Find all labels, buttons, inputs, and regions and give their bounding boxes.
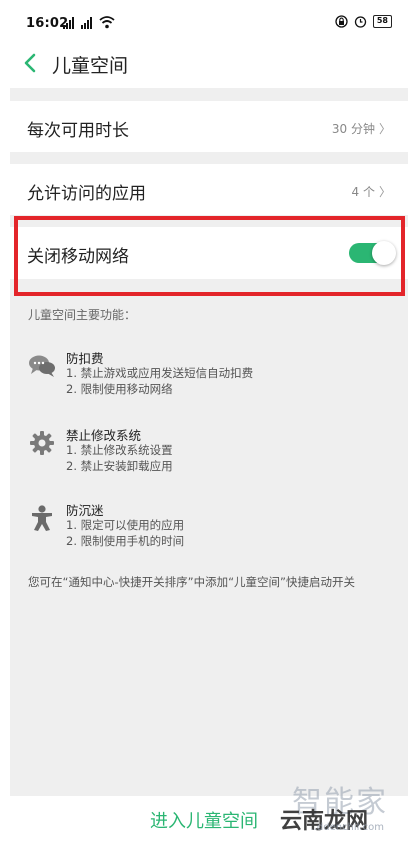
allowed-apps-value-text: 4 个 — [351, 185, 375, 199]
chevron-right-icon: 〉 — [378, 185, 391, 199]
feature-line: 1. 禁止修改系统设置 — [66, 443, 173, 457]
feature-line: 2. 禁止安装卸载应用 — [66, 459, 173, 473]
status-bar: 16:02 58 — [0, 0, 408, 40]
feature-no-system-change: 禁止修改系统 1. 禁止修改系统设置 2. 禁止安装卸载应用 — [28, 425, 288, 473]
signal-icon — [63, 17, 74, 29]
allowed-apps-row[interactable]: 允许访问的应用 4 个〉 — [10, 164, 408, 215]
signal-icon — [81, 17, 92, 29]
quick-toggle-tip: 您可在“通知中心-快捷开关排序”中添加“儿童空间”快捷启动开关 — [28, 575, 355, 589]
enter-kids-space-button[interactable]: 进入儿童空间 — [0, 807, 408, 833]
feature-anti-charge: 防扣费 1. 禁止游戏或应用发送短信自动扣费 2. 限制使用移动网络 — [28, 348, 288, 396]
back-arrow-icon[interactable] — [20, 52, 42, 74]
child-figure-icon — [32, 505, 52, 531]
chat-bubbles-icon — [29, 355, 55, 377]
feature-line: 2. 限制使用移动网络 — [66, 382, 173, 396]
gear-icon — [30, 431, 54, 455]
page-title: 儿童空间 — [52, 55, 129, 77]
feature-line: 2. 限制使用手机的时间 — [66, 534, 185, 548]
feature-line: 1. 禁止游戏或应用发送短信自动扣费 — [66, 366, 254, 380]
allowed-apps-value: 4 个〉 — [352, 183, 391, 200]
battery-icon: 58 — [372, 15, 392, 28]
duration-value: 30 分钟〉 — [332, 120, 391, 137]
duration-setting-row[interactable]: 每次可用时长 30 分钟〉 — [10, 101, 408, 152]
alarm-icon — [354, 16, 367, 28]
feature-anti-addiction: 防沉迷 1. 限定可以使用的应用 2. 限制使用手机的时间 — [28, 500, 288, 548]
section-title: 儿童空间主要功能： — [28, 308, 137, 322]
chevron-right-icon: 〉 — [378, 122, 391, 136]
allowed-apps-label: 允许访问的应用 — [27, 184, 146, 204]
feature-line: 1. 限定可以使用的应用 — [66, 518, 185, 532]
highlight-box — [14, 216, 405, 296]
lock-icon — [335, 15, 348, 28]
wifi-icon — [99, 16, 115, 29]
duration-value-text: 30 分钟 — [331, 122, 375, 136]
status-right: 58 — [335, 15, 392, 28]
header: 儿童空间 — [0, 40, 408, 86]
duration-label: 每次可用时长 — [27, 121, 129, 141]
